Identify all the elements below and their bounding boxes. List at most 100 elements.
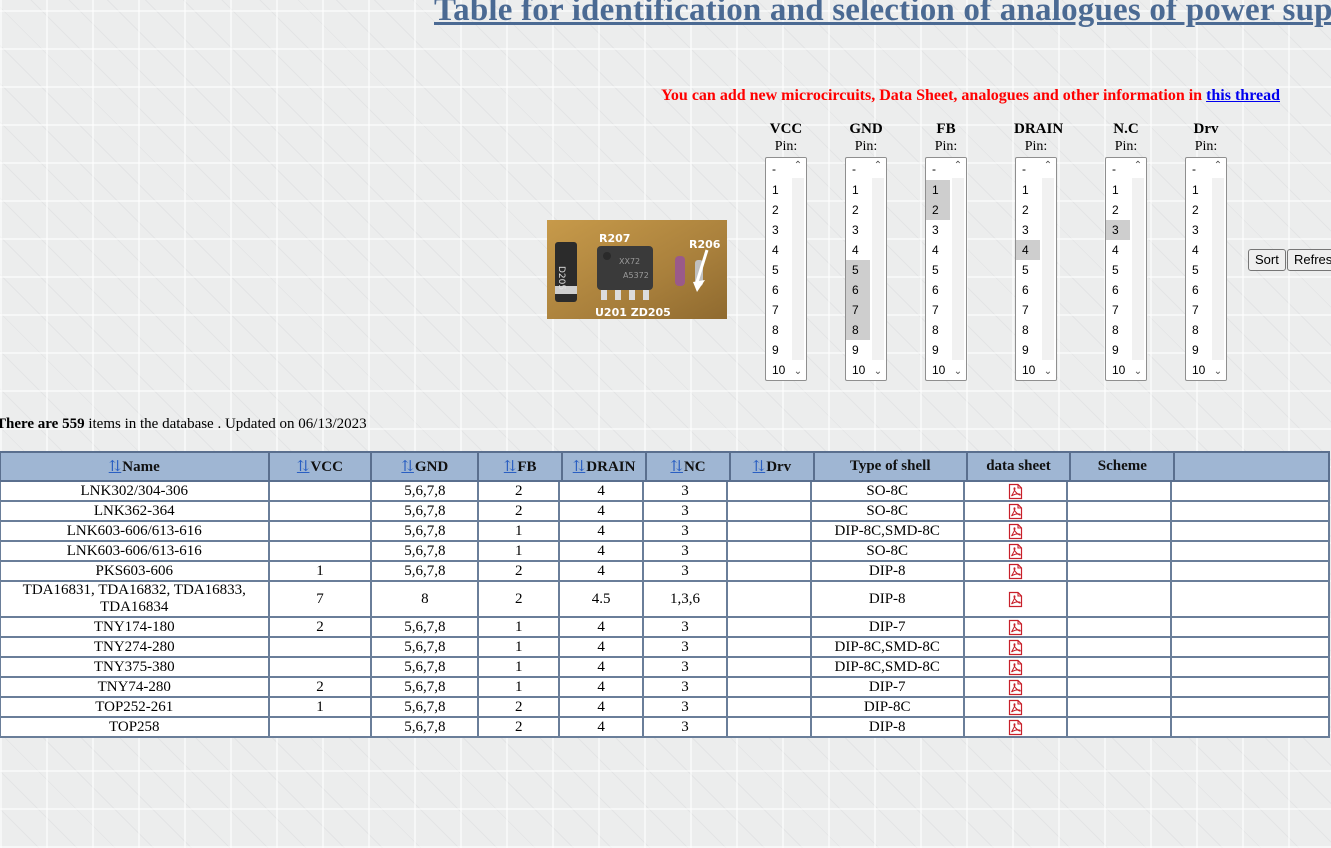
column-header-fb[interactable]: ⇅FB	[477, 451, 564, 482]
pin-option[interactable]: 2	[926, 200, 951, 220]
pin-option[interactable]: -	[1016, 158, 1041, 180]
pdf-file-icon[interactable]	[1007, 563, 1024, 580]
pin-scrollbar[interactable]: ⌃ ⌄	[1040, 158, 1056, 380]
pin-option[interactable]: 1	[1186, 180, 1211, 200]
pin-option[interactable]: 6	[926, 280, 951, 300]
pin-option[interactable]: 8	[846, 320, 871, 340]
scroll-track[interactable]	[1042, 178, 1054, 360]
chevron-up-icon[interactable]: ⌃	[1043, 161, 1053, 171]
pin-scrollbar[interactable]: ⌃ ⌄	[1130, 158, 1146, 380]
pin-select-fb[interactable]: -1 2 3 4 5 6 7 8 9 10 ⌃ ⌄	[925, 157, 967, 381]
pin-option[interactable]: 2	[1186, 200, 1211, 220]
pin-option[interactable]: 7	[766, 300, 791, 320]
pin-option[interactable]: 1	[926, 180, 951, 200]
column-header-name[interactable]: ⇅Name	[0, 451, 270, 482]
chevron-down-icon[interactable]: ⌄	[873, 367, 883, 377]
pin-option[interactable]: 8	[926, 320, 951, 340]
pin-option[interactable]: 10	[1186, 360, 1211, 380]
pin-option[interactable]: 3	[1186, 220, 1211, 240]
pin-option[interactable]: 6	[846, 280, 871, 300]
scroll-track[interactable]	[1212, 178, 1224, 360]
chevron-up-icon[interactable]: ⌃	[1133, 161, 1143, 171]
pdf-file-icon[interactable]	[1007, 639, 1024, 656]
pdf-file-icon[interactable]	[1007, 543, 1024, 560]
pin-option[interactable]: -	[766, 158, 791, 180]
pin-option[interactable]: 7	[1016, 300, 1041, 320]
chevron-down-icon[interactable]: ⌄	[1043, 367, 1053, 377]
pin-option[interactable]: 10	[846, 360, 871, 380]
pin-option[interactable]: 5	[766, 260, 791, 280]
sort-arrows-icon[interactable]: ⇅	[504, 459, 517, 475]
chevron-down-icon[interactable]: ⌄	[793, 367, 803, 377]
chevron-up-icon[interactable]: ⌃	[1213, 161, 1223, 171]
pin-option[interactable]: 1	[1106, 180, 1131, 200]
pin-option[interactable]: 9	[846, 340, 871, 360]
thread-link[interactable]: this thread	[1206, 87, 1280, 104]
pin-option[interactable]: 8	[766, 320, 791, 340]
pin-option[interactable]: -	[846, 158, 871, 180]
pin-option[interactable]: 1	[766, 180, 791, 200]
pin-option[interactable]: 2	[766, 200, 791, 220]
pin-option[interactable]: 5	[1106, 260, 1131, 280]
pin-option[interactable]: 10	[766, 360, 791, 380]
column-header-nc[interactable]: ⇅NC	[645, 451, 731, 482]
scroll-track[interactable]	[792, 178, 804, 360]
pin-option[interactable]: 8	[1016, 320, 1041, 340]
pin-scrollbar[interactable]: ⌃ ⌄	[950, 158, 966, 380]
pin-option[interactable]: -	[926, 158, 951, 180]
pin-option[interactable]: -	[1186, 158, 1211, 180]
column-header-vcc[interactable]: ⇅VCC	[267, 451, 373, 482]
sort-arrows-icon[interactable]: ⇅	[109, 459, 122, 475]
pdf-file-icon[interactable]	[1007, 483, 1024, 500]
pin-option[interactable]: 5	[846, 260, 871, 280]
pin-option[interactable]: 7	[1186, 300, 1211, 320]
pdf-file-icon[interactable]	[1007, 679, 1024, 696]
pin-option[interactable]: 6	[1106, 280, 1131, 300]
sort-arrows-icon[interactable]: ⇅	[573, 459, 586, 475]
pin-option[interactable]: 3	[926, 220, 951, 240]
pin-option[interactable]: 10	[926, 360, 951, 380]
scroll-track[interactable]	[1132, 178, 1144, 360]
sort-arrows-icon[interactable]: ⇅	[297, 459, 310, 475]
pdf-file-icon[interactable]	[1007, 659, 1024, 676]
chevron-up-icon[interactable]: ⌃	[873, 161, 883, 171]
pin-option[interactable]: 3	[846, 220, 871, 240]
pin-option[interactable]: 2	[1106, 200, 1131, 220]
pdf-file-icon[interactable]	[1007, 699, 1024, 716]
column-header-gnd[interactable]: ⇅GND	[370, 451, 480, 482]
sort-arrows-icon[interactable]: ⇅	[401, 459, 414, 475]
pin-option[interactable]: 9	[1106, 340, 1131, 360]
scroll-track[interactable]	[952, 178, 964, 360]
pin-option[interactable]: -	[1106, 158, 1131, 180]
pin-select-drv[interactable]: -1 2 3 4 5 6 7 8 9 10 ⌃ ⌄	[1185, 157, 1227, 381]
column-header-drv[interactable]: ⇅Drv	[728, 451, 815, 482]
pin-select-nc[interactable]: -1 2 3 4 5 6 7 8 9 10 ⌃ ⌄	[1105, 157, 1147, 381]
pin-option[interactable]: 5	[926, 260, 951, 280]
pin-option[interactable]: 7	[926, 300, 951, 320]
pin-option[interactable]: 6	[1186, 280, 1211, 300]
pin-option[interactable]: 9	[926, 340, 951, 360]
chevron-down-icon[interactable]: ⌄	[953, 367, 963, 377]
pin-option[interactable]: 1	[1016, 180, 1041, 200]
pin-option[interactable]: 2	[1016, 200, 1041, 220]
pdf-file-icon[interactable]	[1007, 503, 1024, 520]
pin-option[interactable]: 4	[766, 240, 791, 260]
pdf-file-icon[interactable]	[1007, 719, 1024, 736]
pin-scrollbar[interactable]: ⌃ ⌄	[870, 158, 886, 380]
pin-select-drain[interactable]: -1 2 3 4 5 6 7 8 9 10 ⌃ ⌄	[1015, 157, 1057, 381]
pin-option[interactable]: 2	[846, 200, 871, 220]
pin-option[interactable]: 3	[766, 220, 791, 240]
pin-scrollbar[interactable]: ⌃ ⌄	[1210, 158, 1226, 380]
pin-option[interactable]: 3	[1016, 220, 1041, 240]
pin-option[interactable]: 7	[846, 300, 871, 320]
pin-option[interactable]: 4	[1106, 240, 1131, 260]
pdf-file-icon[interactable]	[1007, 591, 1024, 608]
pdf-file-icon[interactable]	[1007, 619, 1024, 636]
pin-option[interactable]: 4	[1016, 240, 1041, 260]
pin-option[interactable]: 9	[1016, 340, 1041, 360]
pin-option[interactable]: 6	[1016, 280, 1041, 300]
pin-option[interactable]: 9	[1186, 340, 1211, 360]
pin-option[interactable]: 1	[846, 180, 871, 200]
sort-arrows-icon[interactable]: ⇅	[753, 459, 766, 475]
pin-option[interactable]: 3	[1106, 220, 1131, 240]
